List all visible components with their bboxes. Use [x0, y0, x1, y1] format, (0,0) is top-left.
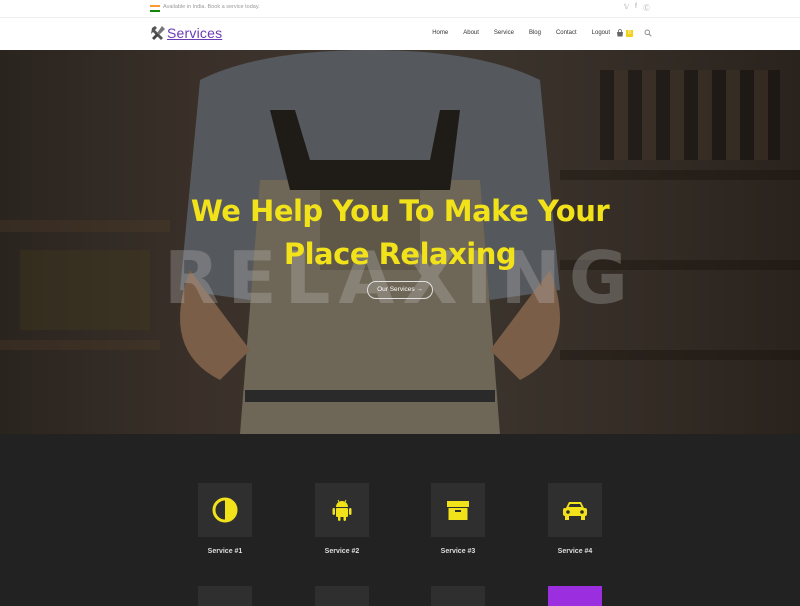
tools-icon [151, 26, 165, 40]
nav-blog[interactable]: Blog [529, 30, 541, 36]
car-icon [563, 502, 587, 520]
shelf-decoration [560, 170, 800, 180]
twitter-icon[interactable]: 𝕍 [624, 3, 629, 13]
service-label-2: Service #2 [324, 548, 360, 555]
service-label-1: Service #1 [207, 548, 243, 555]
hero-title-line-1: We Help You To Make Your [190, 194, 610, 228]
service-tile-4[interactable] [548, 483, 602, 537]
our-services-button[interactable]: Our Services → [367, 281, 433, 299]
nav-about[interactable]: About [463, 30, 479, 36]
nav-contact[interactable]: Contact [556, 30, 577, 36]
nav-home[interactable]: Home [432, 30, 448, 36]
main-nav: Home About Service Blog Contact Logout [432, 30, 610, 36]
india-flag-icon [150, 5, 160, 12]
logo-text: Services [167, 25, 223, 41]
availability-note: Available in India. Book a service today… [163, 4, 260, 10]
hero-banner: RELAXING We Help You To Make Your Place … [0, 50, 800, 434]
shelf-decoration [0, 340, 160, 350]
facebook-icon[interactable]: f [635, 3, 637, 13]
service-tile-8[interactable] [548, 586, 602, 606]
service-label-3: Service #3 [440, 548, 476, 555]
service-tile-1[interactable] [198, 483, 252, 537]
tool-rack-decoration [600, 70, 780, 160]
skype-icon[interactable]: Ⓒ [643, 3, 650, 13]
hero-title-line-2: Place Relaxing [283, 237, 517, 271]
nav-service[interactable]: Service [494, 30, 514, 36]
top-bar: Available in India. Book a service today… [0, 0, 800, 18]
service-tile-7[interactable] [431, 586, 485, 606]
search-icon[interactable] [644, 29, 652, 37]
android-icon [332, 499, 352, 521]
service-tile-6[interactable] [315, 586, 369, 606]
service-tile-5[interactable] [198, 586, 252, 606]
service-tile-3[interactable] [431, 483, 485, 537]
service-label-4: Service #4 [557, 548, 593, 555]
contrast-icon [212, 497, 238, 523]
shopping-bag-icon [617, 29, 623, 37]
archive-icon [447, 501, 469, 520]
cart-count-badge: 0 [626, 29, 633, 37]
service-tile-2[interactable] [315, 483, 369, 537]
social-links: 𝕍 f Ⓒ [624, 3, 650, 13]
cart-button[interactable]: 0 [616, 29, 633, 37]
site-header: Services Home About Service Blog Contact… [0, 18, 800, 50]
hero-title: We Help You To Make Your Place Relaxing [0, 190, 800, 276]
nav-logout[interactable]: Logout [592, 30, 610, 36]
site-logo[interactable]: Services [150, 25, 222, 41]
shelf-decoration [560, 350, 800, 360]
services-section: Service #1 Service #2 Service #3 Service… [0, 434, 800, 606]
